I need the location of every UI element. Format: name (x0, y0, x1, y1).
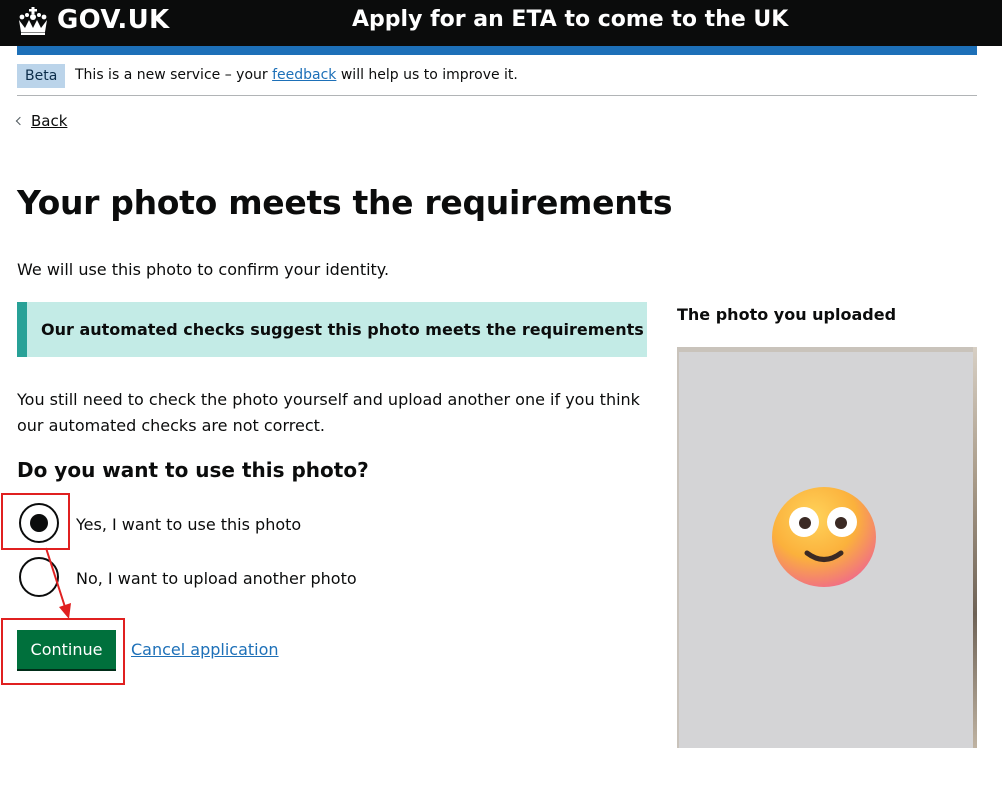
header-underline (17, 46, 977, 55)
govuk-logo-text[interactable]: GOV.UK (57, 5, 169, 35)
phase-text-before: This is a new service – your (75, 67, 273, 83)
service-name[interactable]: Apply for an ETA to come to the UK (352, 7, 788, 32)
crown-logo-icon[interactable] (16, 6, 50, 36)
phase-banner-text: This is a new service – your feedback wi… (75, 67, 518, 83)
feedback-link[interactable]: feedback (272, 67, 336, 83)
annotation-box-radio (1, 493, 70, 550)
photo-edge (973, 347, 977, 748)
phase-text-after: will help us to improve it. (336, 67, 518, 83)
success-panel: Our automated checks suggest this photo … (17, 302, 647, 357)
radio-label-upload-another[interactable]: No, I want to upload another photo (76, 569, 357, 588)
site-header: GOV.UK Apply for an ETA to come to the U… (0, 0, 1002, 46)
annotation-box-continue (1, 618, 125, 685)
uploaded-photo (677, 347, 977, 748)
chevron-left-icon (15, 116, 25, 126)
photo-caption: The photo you uploaded (677, 305, 897, 324)
phase-banner: Beta This is a new service – your feedba… (17, 56, 977, 96)
question-heading: Do you want to use this photo? (17, 458, 369, 482)
body-paragraph: You still need to check the photo yourse… (17, 390, 640, 435)
lead-paragraph: We will use this photo to confirm your i… (17, 260, 390, 279)
radio-label-use-photo[interactable]: Yes, I want to use this photo (76, 515, 301, 534)
smiling-face-emoji-icon (772, 487, 876, 587)
page-title: Your photo meets the requirements (17, 183, 673, 222)
beta-tag: Beta (17, 64, 66, 88)
back-link[interactable]: Back (15, 112, 68, 130)
back-link-label: Back (31, 112, 68, 130)
annotation-arrow-icon (45, 547, 71, 619)
cancel-application-link[interactable]: Cancel application (131, 640, 279, 659)
photo-background (679, 352, 973, 748)
panel-text: Our automated checks suggest this photo … (41, 320, 644, 339)
